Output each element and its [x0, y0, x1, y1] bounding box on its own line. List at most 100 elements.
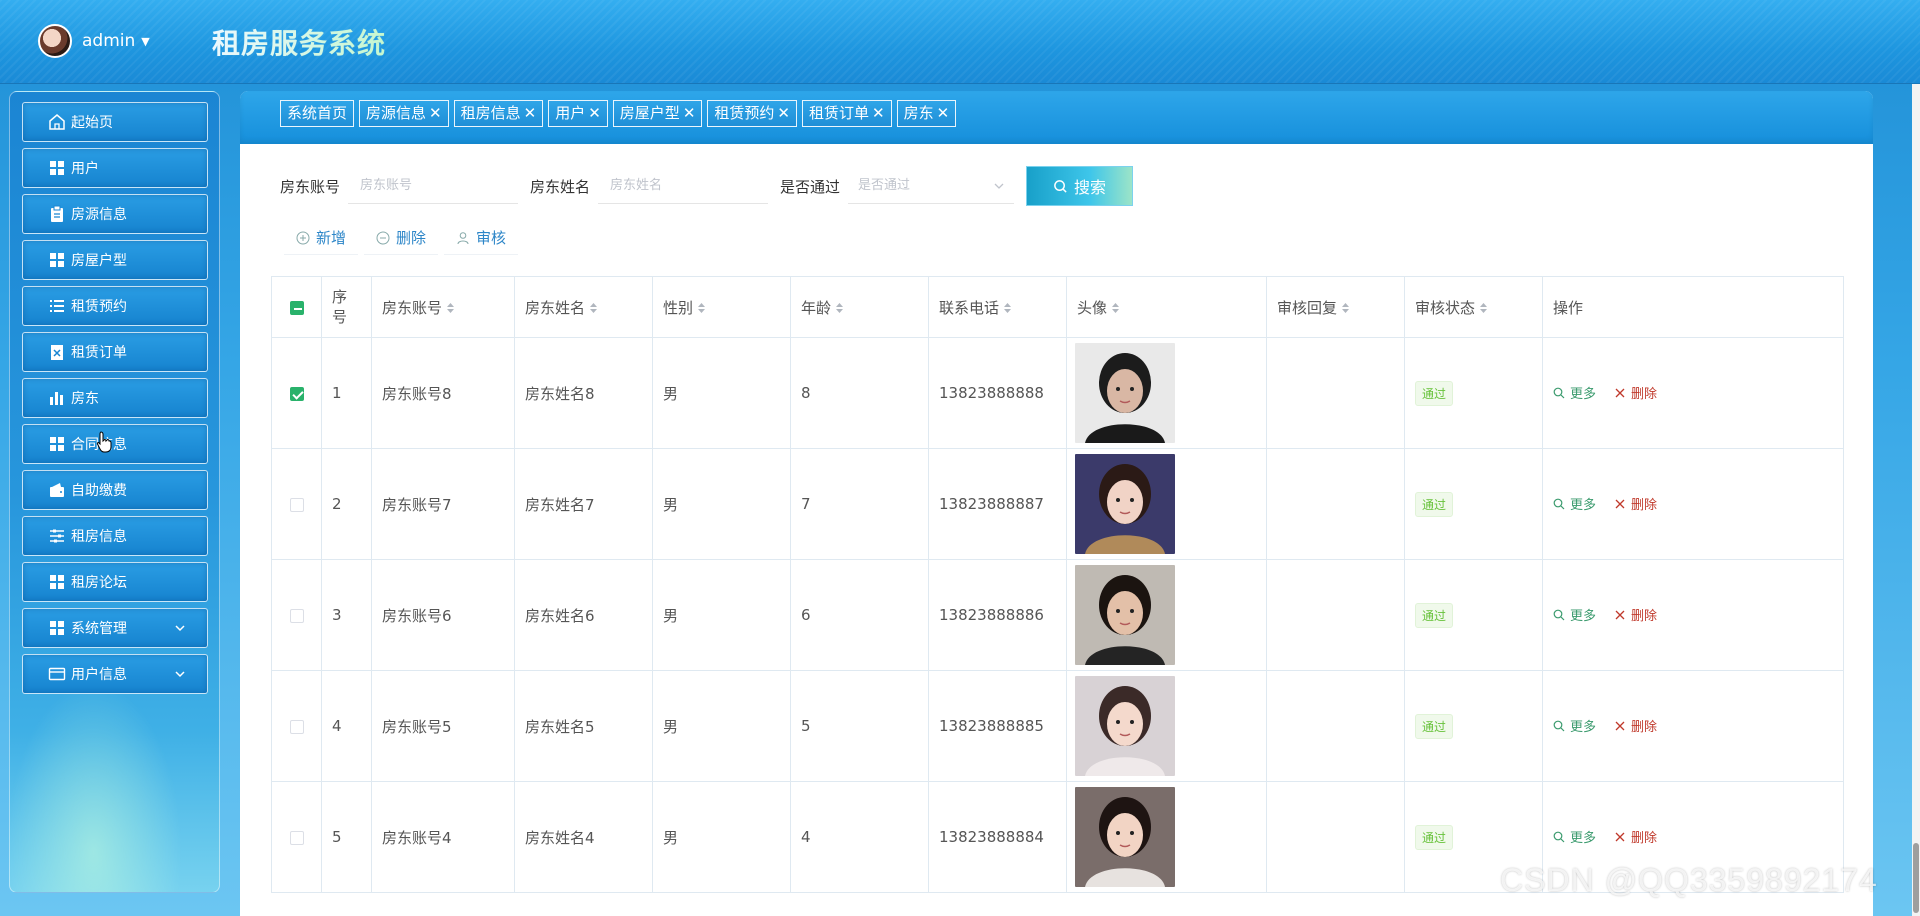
select-all-checkbox[interactable] — [289, 300, 304, 315]
row-checkbox[interactable] — [289, 830, 304, 845]
sidebar-item-0[interactable]: 起始页 — [22, 102, 208, 142]
sidebar-item-4[interactable]: 租赁预约 — [22, 286, 208, 326]
row-checkbox[interactable] — [289, 608, 304, 623]
name-input[interactable] — [598, 168, 769, 204]
sidebar-item-6[interactable]: 房东 — [22, 378, 208, 418]
avatar[interactable] — [38, 24, 72, 58]
sort-icon[interactable] — [442, 299, 455, 317]
column-header[interactable]: 年龄 — [790, 276, 929, 338]
sort-icon[interactable] — [693, 299, 706, 317]
tab-7[interactable]: 房东 ✕ — [896, 100, 957, 127]
caret-down-icon[interactable]: ▼ — [141, 35, 149, 48]
sidebar-item-7[interactable]: 合同信息 — [22, 424, 208, 464]
table-row[interactable]: 2 房东账号7 房东姓名7 男 7 13823888887 通过 更多 删除 — [271, 448, 1844, 560]
chevron-down-icon[interactable] — [173, 667, 187, 681]
column-header[interactable]: 联系电话 — [928, 276, 1067, 338]
action-toolbar: 新增 删除 审核 — [284, 221, 524, 255]
sidebar-item-11[interactable]: 系统管理 — [22, 608, 208, 648]
column-header[interactable]: 审核回复 — [1266, 276, 1405, 338]
row-delete-button[interactable]: 删除 — [1614, 716, 1657, 735]
close-icon[interactable]: ✕ — [524, 101, 537, 126]
sort-icon[interactable] — [831, 299, 844, 317]
close-icon[interactable]: ✕ — [937, 101, 950, 126]
more-button-label: 更多 — [1570, 498, 1597, 514]
scrollbar-thumb[interactable] — [1913, 843, 1919, 913]
row-delete-button[interactable]: 删除 — [1614, 605, 1657, 624]
sort-icon[interactable] — [1337, 299, 1350, 317]
tab-2[interactable]: 租房信息 ✕ — [453, 100, 544, 127]
column-header[interactable]: 房东账号 — [371, 276, 515, 338]
tab-1[interactable]: 房源信息 ✕ — [359, 100, 449, 127]
tab-0[interactable]: 系统首页 — [280, 100, 355, 127]
cell-reply — [1266, 337, 1405, 449]
sidebar-item-label: 系统管理 — [71, 621, 127, 637]
index-value: 1 — [332, 384, 342, 402]
account-input[interactable] — [348, 168, 519, 204]
add-button[interactable]: 新增 — [284, 221, 359, 255]
phone-value: 13823888887 — [939, 495, 1044, 513]
sidebar: 起始页用户房源信息房屋户型租赁预约租赁订单房东合同信息自助缴费租房信息租房论坛系… — [9, 91, 220, 893]
index-value: 5 — [332, 828, 342, 846]
sidebar-item-1[interactable]: 用户 — [22, 148, 208, 188]
search-button-label: 搜索 — [1074, 178, 1107, 197]
sidebar-item-3[interactable]: 房屋户型 — [22, 240, 208, 280]
search-button[interactable]: 搜索 — [1026, 166, 1134, 206]
sort-icon[interactable] — [999, 299, 1012, 317]
sidebar-item-9[interactable]: 租房信息 — [22, 516, 208, 556]
tab-3[interactable]: 用户 ✕ — [548, 100, 608, 127]
row-checkbox[interactable] — [289, 386, 304, 401]
delete-button[interactable]: 删除 — [364, 221, 439, 255]
sort-icon[interactable] — [1107, 299, 1120, 317]
cell-name: 房东姓名4 — [514, 781, 653, 893]
tab-4[interactable]: 房屋户型 ✕ — [612, 100, 703, 127]
sidebar-item-8[interactable]: 自助缴费 — [22, 470, 208, 510]
table-row[interactable]: 3 房东账号6 房东姓名6 男 6 13823888886 通过 更多 删除 — [271, 559, 1844, 671]
row-checkbox[interactable] — [289, 497, 304, 512]
more-button[interactable]: 更多 — [1553, 716, 1596, 735]
close-icon[interactable]: ✕ — [588, 101, 601, 126]
tab-5[interactable]: 租赁预约 ✕ — [707, 100, 797, 127]
sidebar-item-10[interactable]: 租房论坛 — [22, 562, 208, 602]
portrait-photo — [1075, 676, 1175, 776]
more-button[interactable]: 更多 — [1553, 605, 1596, 624]
close-icon[interactable]: ✕ — [872, 101, 885, 126]
column-header[interactable]: 审核状态 — [1404, 276, 1543, 338]
more-button[interactable]: 更多 — [1553, 494, 1596, 513]
gender-value: 男 — [663, 717, 679, 736]
sidebar-item-12[interactable]: 用户信息 — [22, 654, 208, 694]
cell-account: 房东账号4 — [371, 781, 515, 893]
cell-index: 5 — [321, 781, 372, 893]
column-header[interactable]: 性别 — [652, 276, 791, 338]
more-button[interactable]: 更多 — [1553, 827, 1596, 846]
user-menu[interactable]: admin ▼ — [38, 24, 150, 58]
row-delete-button[interactable]: 删除 — [1614, 383, 1657, 402]
row-delete-label: 删除 — [1631, 831, 1658, 847]
column-header[interactable]: 房东姓名 — [514, 276, 653, 338]
row-delete-label: 删除 — [1631, 609, 1658, 625]
table-row[interactable]: 1 房东账号8 房东姓名8 男 8 13823888888 通过 更多 删除 — [271, 337, 1844, 449]
close-icon[interactable]: ✕ — [777, 101, 790, 126]
tab-6[interactable]: 租赁订单 ✕ — [801, 100, 892, 127]
sort-icon[interactable] — [1475, 299, 1488, 317]
sort-icon[interactable] — [585, 299, 598, 317]
close-icon[interactable]: ✕ — [683, 101, 696, 126]
close-icon[interactable]: ✕ — [429, 101, 442, 126]
row-delete-button[interactable]: 删除 — [1614, 494, 1657, 513]
more-button[interactable]: 更多 — [1553, 383, 1596, 402]
username[interactable]: admin — [82, 31, 135, 51]
row-delete-button[interactable]: 删除 — [1614, 827, 1657, 846]
table-row[interactable]: 4 房东账号5 房东姓名5 男 5 13823888885 通过 更多 删除 — [271, 670, 1844, 782]
review-button[interactable]: 审核 — [444, 221, 519, 255]
cell-index: 4 — [321, 670, 372, 782]
row-checkbox[interactable] — [289, 719, 304, 734]
sidebar-item-5[interactable]: 租赁订单 — [22, 332, 208, 372]
cell-age: 8 — [790, 337, 929, 449]
cell-account: 房东账号5 — [371, 670, 515, 782]
grid-icon — [47, 572, 67, 592]
portrait-photo — [1075, 343, 1175, 443]
chevron-down-icon[interactable] — [173, 621, 187, 635]
column-header[interactable]: 头像 — [1066, 276, 1267, 338]
approved-select[interactable]: 是否通过 — [848, 168, 1015, 204]
page-scrollbar[interactable] — [1912, 84, 1920, 916]
sidebar-item-2[interactable]: 房源信息 — [22, 194, 208, 234]
